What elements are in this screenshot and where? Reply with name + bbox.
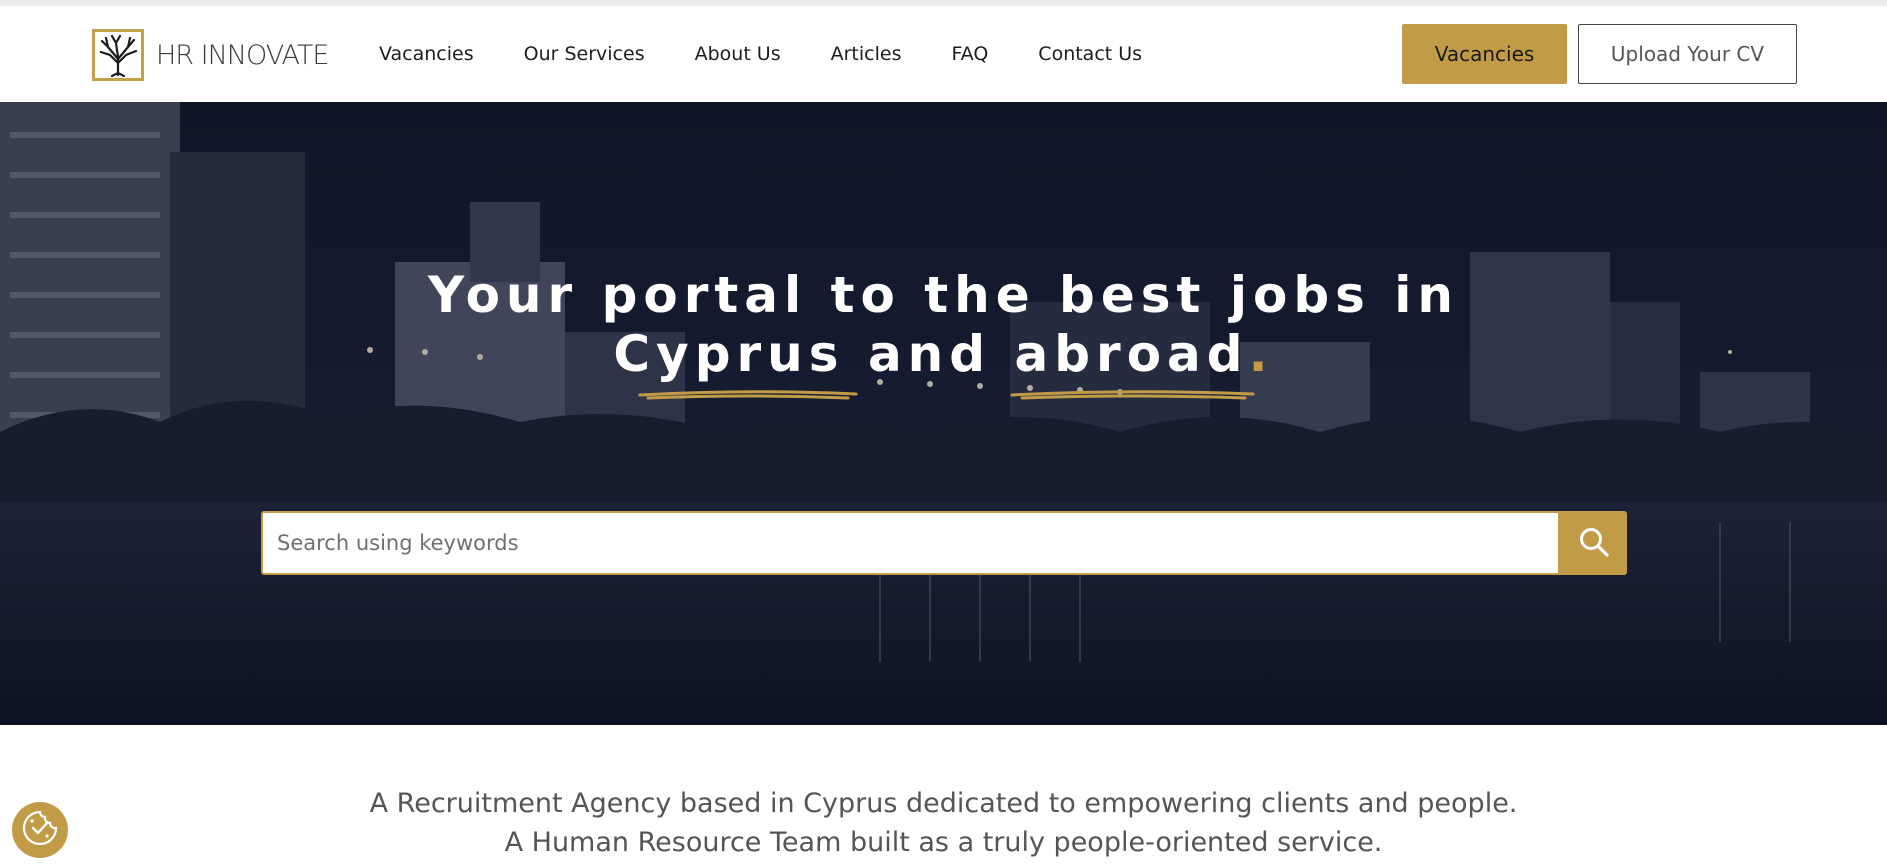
nav-item-vacancies[interactable]: Vacancies bbox=[379, 43, 474, 65]
tree-icon bbox=[92, 29, 144, 81]
headline-word-abroad: abroad bbox=[1014, 325, 1249, 383]
intro-line-2: A Human Resource Team built as a truly p… bbox=[504, 827, 1383, 858]
hero-section: Your portal to the best jobs in Cyprus a… bbox=[0, 102, 1887, 725]
underline-cyprus bbox=[638, 390, 858, 400]
main-nav: Vacancies Our Services About Us Articles… bbox=[379, 6, 1192, 102]
cookie-settings-button[interactable] bbox=[12, 802, 68, 858]
nav-item-articles[interactable]: Articles bbox=[831, 43, 902, 65]
nav-item-contact-us[interactable]: Contact Us bbox=[1038, 43, 1142, 65]
underline-abroad bbox=[1010, 390, 1255, 400]
upload-cv-button[interactable]: Upload Your CV bbox=[1578, 24, 1797, 84]
intro-text: A Recruitment Agency based in Cyprus ded… bbox=[0, 784, 1887, 862]
search-button[interactable] bbox=[1560, 511, 1627, 575]
headline-word-and: and bbox=[867, 325, 992, 383]
site-logo[interactable]: HR INNOVATE bbox=[92, 26, 329, 84]
search-icon bbox=[1578, 526, 1610, 561]
headline-line-2: Cyprus and abroad. bbox=[0, 325, 1887, 384]
vacancies-button[interactable]: Vacancies bbox=[1402, 24, 1567, 84]
headline-dot: . bbox=[1248, 325, 1274, 383]
headline-word-cyprus: Cyprus bbox=[613, 325, 845, 383]
cookie-settings-icon bbox=[21, 809, 59, 852]
nav-item-our-services[interactable]: Our Services bbox=[524, 43, 645, 65]
search-input[interactable] bbox=[261, 511, 1560, 575]
site-header: HR INNOVATE Vacancies Our Services About… bbox=[0, 6, 1887, 103]
city-night-background bbox=[0, 102, 1887, 725]
headline-line-1: Your portal to the best jobs in bbox=[427, 266, 1460, 324]
nav-item-about-us[interactable]: About Us bbox=[695, 43, 781, 65]
nav-item-faq[interactable]: FAQ bbox=[951, 43, 988, 65]
search-bar bbox=[261, 511, 1627, 575]
brand-name: HR INNOVATE bbox=[156, 39, 329, 71]
intro-line-1: A Recruitment Agency based in Cyprus ded… bbox=[369, 788, 1518, 819]
hero-headline: Your portal to the best jobs in Cyprus a… bbox=[0, 266, 1887, 384]
